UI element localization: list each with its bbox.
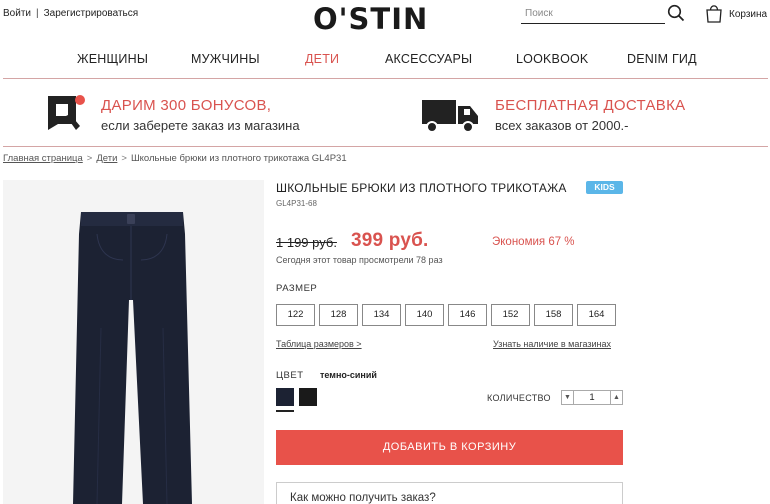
sale-price: 399 руб. bbox=[351, 230, 429, 251]
size-label: РАЗМЕР bbox=[276, 283, 318, 294]
product-title: ШКОЛЬНЫЕ БРЮКИ ИЗ ПЛОТНОГО ТРИКОТАЖА bbox=[276, 181, 567, 195]
breadcrumb-separator: > bbox=[121, 153, 127, 164]
quantity-stepper: ▼ 1 ▲ bbox=[561, 390, 623, 405]
bonus-promo-subtitle: если заберете заказ из магазина bbox=[101, 118, 300, 133]
product-sku: GL4P31-68 bbox=[276, 199, 317, 208]
cart-label[interactable]: Корзина bbox=[729, 9, 767, 20]
shopping-bag-icon[interactable] bbox=[705, 3, 723, 23]
quantity-label: КОЛИЧЕСТВО bbox=[487, 393, 551, 403]
size-button-122[interactable]: 122 bbox=[276, 304, 315, 326]
nav-item-denim-guide[interactable]: DENIM ГИД bbox=[627, 52, 697, 66]
savings-label: Экономия 67 % bbox=[492, 236, 575, 248]
nav-item-men[interactable]: МУЖЧИНЫ bbox=[191, 52, 260, 66]
brand-logo[interactable]: O'STIN bbox=[313, 2, 428, 36]
kids-badge: KIDS bbox=[586, 181, 623, 194]
product-image[interactable] bbox=[3, 180, 264, 504]
nav-item-women[interactable]: ЖЕНЩИНЫ bbox=[77, 52, 148, 66]
add-to-cart-button[interactable]: ДОБАВИТЬ В КОРЗИНУ bbox=[276, 430, 623, 465]
viewers-count: Сегодня этот товар просмотрели 78 раз bbox=[276, 255, 443, 265]
color-name: темно-синий bbox=[320, 370, 377, 380]
size-button-134[interactable]: 134 bbox=[362, 304, 401, 326]
main-nav: ЖЕНЩИНЫ МУЖЧИНЫ ДЕТИ АКСЕССУАРЫ LOOKBOOK… bbox=[0, 52, 770, 72]
trousers-image bbox=[73, 212, 192, 504]
breadcrumb: Главная страница > Дети > Школьные брюки из … bbox=[3, 153, 347, 164]
auth-links: Войти | Зарегистрироваться bbox=[3, 8, 138, 19]
old-price: 1 199 руб. bbox=[276, 235, 337, 250]
promo-banner: ДАРИМ 300 БОНУСОВ, если заберете заказ и… bbox=[0, 84, 770, 146]
size-button-140[interactable]: 140 bbox=[405, 304, 444, 326]
store-pickup-icon bbox=[48, 95, 85, 130]
delivery-promo-subtitle: всех заказов от 2000.- bbox=[495, 118, 629, 133]
top-bar: Войти | Зарегистрироваться O'STIN Корзина bbox=[0, 0, 770, 40]
delivery-truck-icon bbox=[422, 100, 478, 133]
size-button-128[interactable]: 128 bbox=[319, 304, 358, 326]
size-button-152[interactable]: 152 bbox=[491, 304, 530, 326]
breadcrumb-separator: > bbox=[86, 153, 93, 164]
auth-separator: | bbox=[35, 8, 39, 19]
quantity-value[interactable]: 1 bbox=[574, 391, 610, 404]
search-input[interactable] bbox=[521, 4, 665, 24]
bonus-promo-title[interactable]: ДАРИМ 300 БОНУСОВ, bbox=[101, 97, 271, 114]
breadcrumb-current: Школьные брюки из плотного трикотажа GL4… bbox=[130, 153, 347, 164]
breadcrumb-kids[interactable]: Дети bbox=[96, 153, 117, 164]
color-swatch-navy[interactable] bbox=[276, 388, 294, 406]
size-button-158[interactable]: 158 bbox=[534, 304, 573, 326]
store-availability-link[interactable]: Узнать наличие в магазинах bbox=[493, 339, 611, 349]
quantity-increase-button[interactable]: ▲ bbox=[610, 391, 622, 404]
delivery-promo-title[interactable]: БЕСПЛАТНАЯ ДОСТАВКА bbox=[495, 97, 685, 114]
delivery-options-section[interactable]: Как можно получить заказ? bbox=[276, 482, 623, 504]
nav-item-accessories[interactable]: АКСЕССУАРЫ bbox=[385, 52, 472, 66]
size-table-link[interactable]: Таблица размеров > bbox=[276, 339, 362, 349]
size-button-146[interactable]: 146 bbox=[448, 304, 487, 326]
nav-item-lookbook[interactable]: LOOKBOOK bbox=[516, 52, 588, 66]
search-icon[interactable] bbox=[667, 4, 685, 22]
delivery-question: Как можно получить заказ? bbox=[290, 492, 436, 504]
selected-swatch-indicator bbox=[276, 410, 294, 412]
size-button-164[interactable]: 164 bbox=[577, 304, 616, 326]
quantity-decrease-button[interactable]: ▼ bbox=[562, 391, 574, 404]
nav-item-kids[interactable]: ДЕТИ bbox=[305, 52, 339, 66]
nav-divider bbox=[3, 78, 768, 79]
login-link[interactable]: Войти bbox=[3, 8, 31, 19]
promo-divider bbox=[3, 146, 768, 147]
breadcrumb-home[interactable]: Главная страница bbox=[3, 153, 83, 164]
register-link[interactable]: Зарегистрироваться bbox=[44, 8, 139, 19]
color-swatch-black[interactable] bbox=[299, 388, 317, 406]
color-label: ЦВЕТ bbox=[276, 370, 304, 381]
